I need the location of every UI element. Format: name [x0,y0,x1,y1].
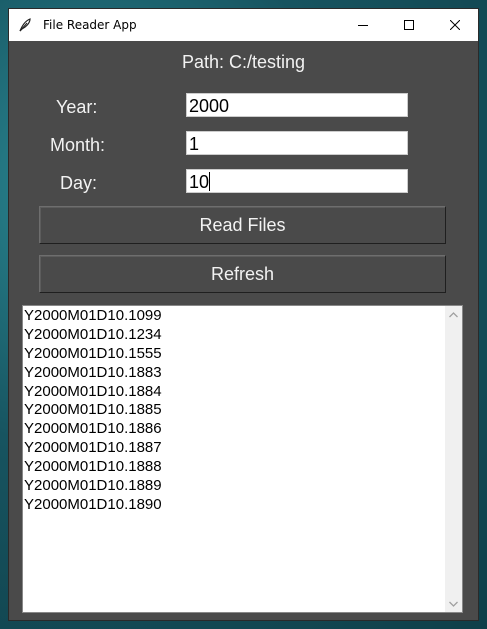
maximize-icon [404,20,414,30]
month-value: 1 [189,134,200,154]
read-files-button[interactable]: Read Files [39,206,446,244]
app-window: File Reader App Path: C:/testing Year: 2… [8,8,479,621]
file-list-item[interactable]: Y2000M01D10.1886 [24,420,446,439]
file-list-item[interactable]: Y2000M01D10.1889 [24,477,446,496]
refresh-button[interactable]: Refresh [39,255,446,293]
file-list-item[interactable]: Y2000M01D10.1885 [24,401,446,420]
file-list-item[interactable]: Y2000M01D10.1884 [24,383,446,402]
file-list-item[interactable]: Y2000M01D10.1887 [24,439,446,458]
file-list-item[interactable]: Y2000M01D10.1099 [24,307,446,326]
year-input[interactable]: 2000 [186,93,408,117]
scroll-down-arrow-icon[interactable] [445,595,462,612]
maximize-button[interactable] [386,9,432,41]
text-caret [209,172,211,191]
main-content: Path: C:/testing Year: 2000 Month: 1 Day… [9,41,478,620]
day-input[interactable]: 10 [186,169,408,193]
file-list-item[interactable]: Y2000M01D10.1890 [24,496,446,515]
day-label: Day: [60,173,98,193]
day-value: 10 [189,172,210,192]
file-list: Y2000M01D10.1099 Y2000M01D10.1234 Y2000M01… [24,307,446,515]
file-list-item[interactable]: Y2000M01D10.1234 [24,326,446,345]
title-bar[interactable]: File Reader App [9,9,478,41]
month-input[interactable]: 1 [186,131,408,155]
file-listbox[interactable]: Y2000M01D10.1099 Y2000M01D10.1234 Y2000M01… [22,305,463,613]
file-list-item[interactable]: Y2000M01D10.1888 [24,458,446,477]
file-list-item[interactable]: Y2000M01D10.1883 [24,364,446,383]
minimize-button[interactable] [340,9,386,41]
month-label: Month: [50,135,106,155]
scroll-up-arrow-icon[interactable] [445,306,462,323]
vertical-scrollbar[interactable] [445,306,462,612]
minimize-icon [358,25,368,26]
close-icon [450,20,460,30]
window-title: File Reader App [43,18,137,32]
year-label: Year: [56,97,98,117]
window-controls [340,9,478,41]
file-list-item[interactable]: Y2000M01D10.1555 [24,345,446,364]
close-button[interactable] [432,9,478,41]
year-value: 2000 [189,96,230,116]
path-label: Path: C:/testing [181,52,306,72]
feather-icon [19,18,31,32]
